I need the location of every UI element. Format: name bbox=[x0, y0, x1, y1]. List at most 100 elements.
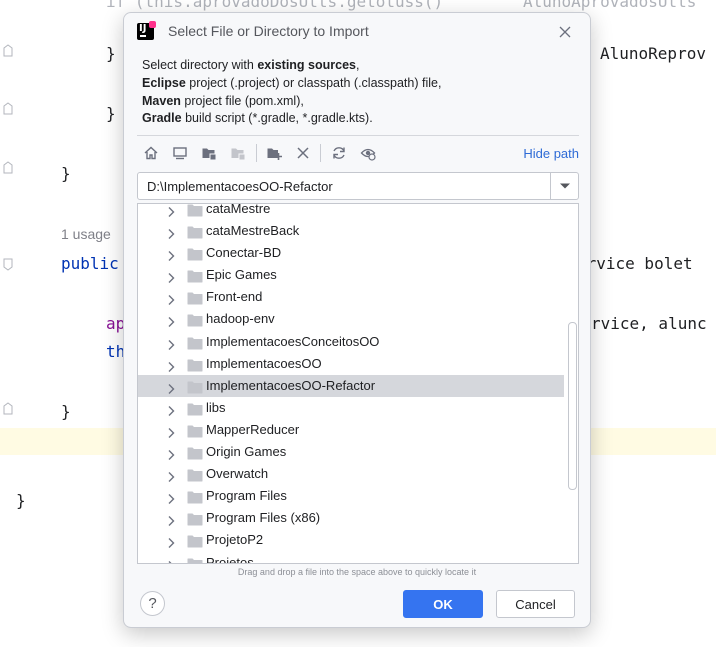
tree-row-label: Projetos bbox=[206, 554, 254, 564]
tree-row[interactable]: Conectar-BD bbox=[138, 242, 564, 264]
tree-row-label: Front-end bbox=[206, 289, 263, 305]
tree-row-label: ImplementacoesConceitosOO bbox=[206, 333, 380, 349]
tree-row-label: Epic Games bbox=[206, 267, 277, 283]
folder-icon bbox=[187, 467, 203, 482]
tree-row[interactable]: cataMestre bbox=[138, 203, 564, 220]
tree-row[interactable]: Projetos bbox=[138, 552, 564, 564]
folder-icon bbox=[187, 290, 203, 305]
dialog-title-bar[interactable]: IJ Select File or Directory to Import bbox=[124, 13, 590, 51]
chevron-right-icon[interactable] bbox=[166, 380, 176, 394]
tree-row[interactable]: ImplementacoesOO bbox=[138, 353, 564, 375]
fold-marker-icon[interactable] bbox=[3, 258, 13, 271]
tree-row-label: ImplementacoesOO bbox=[206, 355, 322, 371]
chevron-right-icon[interactable] bbox=[166, 247, 176, 262]
tree-row[interactable]: ImplementacoesOO-Refactor bbox=[138, 374, 564, 397]
tree-row[interactable]: Program Files bbox=[138, 485, 564, 507]
tree-row[interactable]: ImplementacoesConceitosOO bbox=[138, 331, 564, 353]
cancel-button[interactable]: Cancel bbox=[496, 590, 575, 618]
folder-icon bbox=[187, 489, 203, 504]
tree-row[interactable]: Origin Games bbox=[138, 441, 564, 463]
tree-row[interactable]: MapperReducer bbox=[138, 419, 564, 441]
chevron-right-icon[interactable] bbox=[166, 512, 176, 527]
code-line: ervice bolet bbox=[577, 254, 693, 273]
fold-marker-icon[interactable] bbox=[3, 102, 13, 115]
folder-icon bbox=[187, 379, 203, 394]
tree-row-label: Program Files (x86) bbox=[206, 510, 321, 526]
tree-row-label: hadoop-env bbox=[206, 311, 275, 327]
chevron-right-icon[interactable] bbox=[166, 291, 176, 306]
code-line: if (this.aprovadoDosUtts.getotuss() bbox=[106, 0, 444, 11]
chevron-right-icon[interactable] bbox=[166, 557, 176, 563]
chevron-right-icon[interactable] bbox=[166, 269, 176, 284]
tree-row[interactable]: ProjetoP2 bbox=[138, 529, 564, 551]
fold-marker-icon[interactable] bbox=[3, 402, 13, 415]
fold-marker-icon[interactable] bbox=[3, 161, 13, 174]
tree-row[interactable]: hadoop-env bbox=[138, 308, 564, 330]
tree-row-label: Overwatch bbox=[206, 466, 269, 482]
ok-button[interactable]: OK bbox=[403, 590, 483, 618]
tree-row[interactable]: Front-end bbox=[138, 286, 564, 308]
folder-icon bbox=[187, 511, 203, 526]
home-icon[interactable] bbox=[140, 142, 162, 164]
code-line: rvice, alunc bbox=[591, 314, 707, 333]
folder-icon bbox=[187, 224, 203, 239]
tree-row-label: Origin Games bbox=[206, 444, 287, 460]
folder-icon bbox=[187, 204, 203, 217]
chevron-right-icon[interactable] bbox=[166, 402, 176, 416]
folder-icon bbox=[187, 268, 203, 283]
code-line: } bbox=[61, 164, 71, 183]
show-hidden-files-icon[interactable] bbox=[357, 142, 379, 164]
chevron-right-icon[interactable] bbox=[166, 358, 176, 372]
tree-row[interactable]: Overwatch bbox=[138, 463, 564, 485]
desktop-icon[interactable] bbox=[169, 142, 191, 164]
path-combobox[interactable] bbox=[137, 172, 579, 200]
tree-row-label: libs bbox=[206, 399, 226, 415]
directory-tree-list: cataMestre cataMestreBack Conectar-BD Epic … bbox=[138, 203, 578, 564]
close-icon[interactable] bbox=[558, 24, 572, 38]
new-folder-icon[interactable] bbox=[263, 142, 285, 164]
folder-icon bbox=[187, 423, 203, 438]
tree-row-label: MapperReducer bbox=[206, 421, 300, 437]
code-line: } bbox=[16, 491, 26, 510]
tree-row-label: cataMestre bbox=[206, 203, 271, 216]
tree-row[interactable]: cataMestreBack bbox=[138, 220, 564, 242]
vertical-scrollbar[interactable] bbox=[568, 322, 577, 490]
fold-marker-icon[interactable] bbox=[3, 44, 13, 57]
tree-row[interactable]: libs bbox=[138, 397, 564, 419]
delete-icon[interactable] bbox=[292, 142, 314, 164]
dialog-description: Select directory with existing sources, … bbox=[142, 58, 442, 126]
directory-tree[interactable]: cataMestre cataMestreBack Conectar-BD Epic … bbox=[137, 203, 579, 564]
module-folder-icon[interactable] bbox=[227, 142, 249, 164]
drag-drop-hint: Drag and drop a file into the space abov… bbox=[237, 567, 477, 577]
chevron-right-icon[interactable] bbox=[166, 468, 176, 483]
chevron-right-icon[interactable] bbox=[166, 225, 176, 240]
code-line: } bbox=[106, 44, 116, 63]
tree-row[interactable]: Epic Games bbox=[138, 264, 564, 286]
import-dialog: IJ Select File or Directory to Import Se… bbox=[123, 12, 591, 628]
chevron-right-icon[interactable] bbox=[166, 204, 176, 217]
code-line: } bbox=[106, 104, 116, 123]
project-folder-icon[interactable] bbox=[198, 142, 220, 164]
code-line: AlunoAprovadosUtts bbox=[523, 0, 697, 11]
chevron-right-icon[interactable] bbox=[166, 446, 176, 461]
code-line: AlunoReprov bbox=[600, 44, 706, 63]
usage-hint[interactable]: 1 usage bbox=[61, 226, 111, 242]
chevron-right-icon[interactable] bbox=[166, 336, 176, 350]
path-input[interactable] bbox=[138, 173, 550, 199]
tree-row[interactable]: Program Files (x86) bbox=[138, 507, 564, 529]
folder-icon bbox=[187, 445, 203, 460]
tree-row-label: Conectar-BD bbox=[206, 245, 282, 261]
intellij-logo-icon: IJ bbox=[137, 21, 156, 40]
code-keyword: public bbox=[61, 254, 119, 273]
tree-row-label: ProjetoP2 bbox=[206, 532, 264, 548]
chevron-down-icon[interactable] bbox=[550, 173, 578, 199]
chevron-right-icon[interactable] bbox=[166, 490, 176, 505]
chevron-right-icon[interactable] bbox=[166, 534, 176, 549]
folder-icon bbox=[187, 335, 203, 350]
chevron-right-icon[interactable] bbox=[166, 424, 176, 438]
refresh-icon[interactable] bbox=[328, 142, 350, 164]
folder-icon bbox=[187, 401, 203, 416]
hide-path-link[interactable]: Hide path bbox=[523, 146, 579, 161]
chevron-right-icon[interactable] bbox=[166, 313, 176, 328]
help-button[interactable]: ? bbox=[140, 591, 165, 616]
